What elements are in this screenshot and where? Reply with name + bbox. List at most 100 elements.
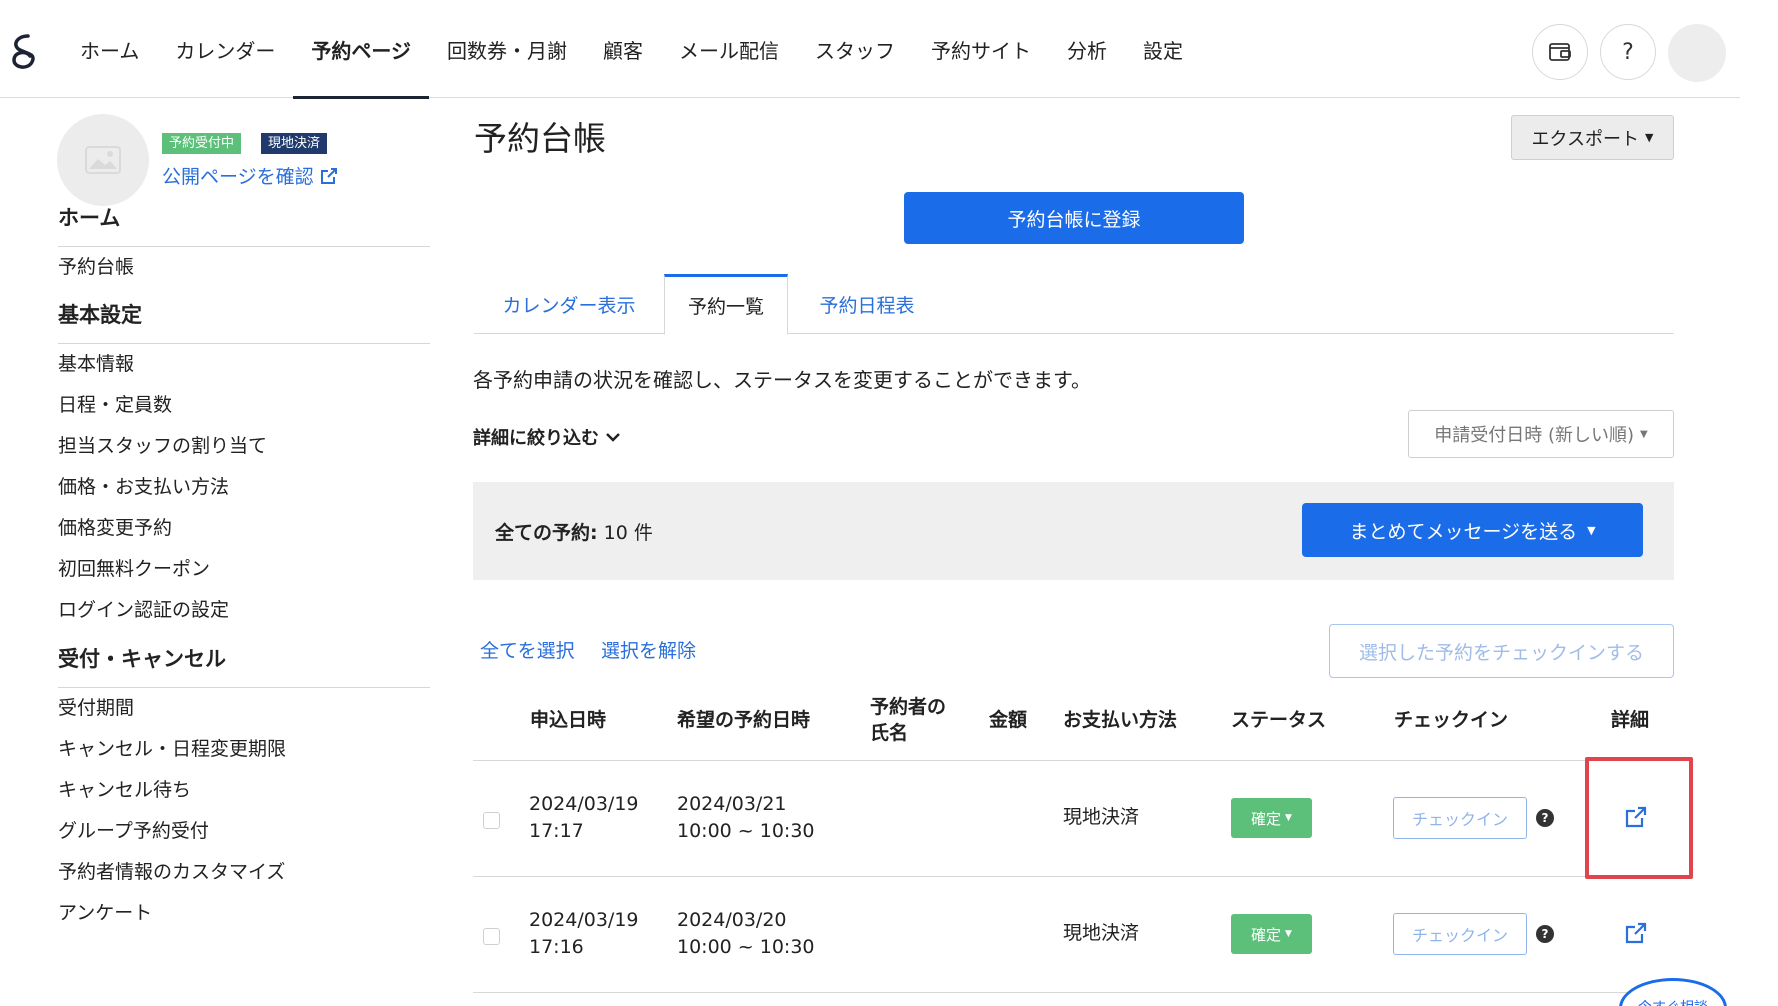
sidebar-item-price-payment[interactable]: 価格・お支払い方法 <box>58 472 229 499</box>
export-button[interactable]: エクスポート ▼ <box>1511 115 1674 160</box>
nav-item-analytics[interactable]: 分析 <box>1049 0 1125 98</box>
filter-toggle-label: 詳細に絞り込む <box>473 428 599 449</box>
col-header-payment: お支払い方法 <box>1063 709 1178 731</box>
deselect-link[interactable]: 選択を解除 <box>601 636 696 663</box>
sort-select-value: 申請受付日時 (新しい順) <box>1434 425 1635 446</box>
summary-bar: 全ての予約: 10 件 まとめてメッセージを送る ▼ <box>473 482 1674 580</box>
desired-datetime: 2024/03/21 10:00 ~ 10:30 <box>677 791 815 845</box>
sidebar-item-survey[interactable]: アンケート <box>58 898 152 925</box>
sidebar-item-free-coupon[interactable]: 初回無料クーポン <box>58 554 210 581</box>
status-dropdown[interactable]: 確定 ▼ <box>1231 798 1312 838</box>
sidebar-item-ledger[interactable]: 予約台帳 <box>58 252 134 279</box>
col-header-checkin: チェックイン <box>1394 709 1509 731</box>
tab-booking-schedule[interactable]: 予約日程表 <box>788 274 946 334</box>
sidebar-section-reception: 受付・キャンセル <box>58 643 430 688</box>
desired-time: 10:00 ~ 10:30 <box>677 936 815 958</box>
nav-item-customers[interactable]: 顧客 <box>585 0 661 98</box>
image-placeholder-icon <box>85 146 121 174</box>
public-page-link[interactable]: 公開ページを確認 <box>162 162 338 189</box>
table-divider <box>473 760 1674 761</box>
sidebar-item-login-auth[interactable]: ログイン認証の設定 <box>58 595 229 622</box>
status-label: 確定 <box>1251 809 1282 828</box>
view-tabs: カレンダー表示 予約一覧 予約日程表 <box>474 274 1674 335</box>
applied-time: 17:16 <box>529 936 584 958</box>
page-title: 予約台帳 <box>474 119 606 158</box>
applied-date: 2024/03/19 <box>529 793 639 815</box>
sidebar-item-cancel-deadline[interactable]: キャンセル・日程変更期限 <box>58 734 286 761</box>
chevron-down-icon <box>606 433 620 442</box>
nav-item-email[interactable]: メール配信 <box>661 0 797 98</box>
page-description: 各予約申請の状況を確認し、ステータスを変更することができます。 <box>473 368 1091 392</box>
col-header-name: 予約者の 氏名 <box>870 694 946 746</box>
question-icon[interactable]: ? <box>1536 809 1554 827</box>
filter-toggle[interactable]: 詳細に絞り込む <box>473 424 621 450</box>
applied-datetime: 2024/03/19 17:17 <box>529 791 639 845</box>
highlight-box <box>1585 757 1693 879</box>
nav-item-home[interactable]: ホーム <box>62 0 157 98</box>
status-dropdown[interactable]: 確定 ▼ <box>1231 914 1312 954</box>
desired-datetime: 2024/03/20 10:00 ~ 10:30 <box>677 907 815 961</box>
checkin-button[interactable]: チェックイン <box>1393 797 1527 839</box>
row-checkbox[interactable] <box>483 928 500 945</box>
col-header-detail: 詳細 <box>1611 709 1650 731</box>
register-booking-button[interactable]: 予約台帳に登録 <box>904 192 1244 244</box>
wallet-icon <box>1549 43 1571 61</box>
table-divider <box>473 876 1674 877</box>
sidebar-item-basic-info[interactable]: 基本情報 <box>58 349 134 376</box>
nav-item-booking-site[interactable]: 予約サイト <box>913 0 1049 98</box>
sidebar-item-price-change[interactable]: 価格変更予約 <box>58 513 172 540</box>
desired-date: 2024/03/20 <box>677 909 787 931</box>
table-divider <box>473 992 1674 993</box>
caret-down-icon: ▼ <box>1587 523 1596 537</box>
question-icon[interactable]: ? <box>1536 925 1554 943</box>
wallet-button[interactable] <box>1532 24 1588 80</box>
checkin-selected-button[interactable]: 選択した予約をチェックインする <box>1329 624 1674 678</box>
page-thumbnail <box>57 114 149 206</box>
col-header-name-line2: 氏名 <box>870 722 909 744</box>
applied-date: 2024/03/19 <box>529 909 639 931</box>
caret-down-icon: ▼ <box>1640 428 1648 440</box>
tab-calendar-view[interactable]: カレンダー表示 <box>474 274 664 334</box>
booking-count: 全ての予約: 10 件 <box>495 518 653 545</box>
sidebar-section-basic: 基本設定 <box>58 299 430 344</box>
sidebar-item-group-booking[interactable]: グループ予約受付 <box>58 816 209 843</box>
caret-down-icon: ▼ <box>1285 929 1292 939</box>
applied-time: 17:17 <box>529 820 584 842</box>
nav-item-settings[interactable]: 設定 <box>1125 0 1201 98</box>
tab-booking-list[interactable]: 予約一覧 <box>664 274 788 335</box>
bulk-message-button[interactable]: まとめてメッセージを送る ▼ <box>1302 503 1643 557</box>
desired-time: 10:00 ~ 10:30 <box>677 820 815 842</box>
checkin-button[interactable]: チェックイン <box>1393 913 1527 955</box>
col-header-name-line1: 予約者の <box>870 696 947 718</box>
select-all-link[interactable]: 全てを選択 <box>480 636 575 663</box>
app-logo-icon[interactable] <box>6 32 42 72</box>
nav-item-calendar[interactable]: カレンダー <box>157 0 293 98</box>
help-icon: ? <box>1622 39 1634 65</box>
payment-badge: 現地決済 <box>261 133 328 154</box>
user-avatar[interactable] <box>1668 24 1726 82</box>
booking-count-value: 10 件 <box>603 522 653 544</box>
help-button[interactable]: ? <box>1600 24 1656 80</box>
applied-datetime: 2024/03/19 17:16 <box>529 907 639 961</box>
sidebar: 予約受付中 現地決済 公開ページを確認 ホーム 予約台帳 基本設定 基本情報 日… <box>0 99 440 1006</box>
sidebar-item-waitlist[interactable]: キャンセル待ち <box>58 775 191 802</box>
external-link-icon[interactable] <box>1624 921 1648 945</box>
sort-select[interactable]: 申請受付日時 (新しい順) ▼ <box>1408 410 1674 458</box>
chat-support-button[interactable]: 今すぐ相談 <box>1619 978 1727 1006</box>
status-badge-accepting: 予約受付中 <box>162 133 242 154</box>
sidebar-item-customize-info[interactable]: 予約者情報のカスタマイズ <box>58 857 285 884</box>
nav-item-booking-page[interactable]: 予約ページ <box>293 0 429 99</box>
status-label: 確定 <box>1251 925 1282 944</box>
col-header-desired: 希望の予約日時 <box>677 709 811 731</box>
col-header-applied: 申込日時 <box>530 709 607 731</box>
caret-down-icon: ▼ <box>1285 813 1292 823</box>
sidebar-item-reception-period[interactable]: 受付期間 <box>58 693 134 720</box>
nav-item-tickets[interactable]: 回数券・月謝 <box>429 0 585 98</box>
nav-item-staff[interactable]: スタッフ <box>797 0 913 98</box>
bulk-message-label: まとめてメッセージを送る <box>1349 520 1578 543</box>
sidebar-item-staff-assignment[interactable]: 担当スタッフの割り当て <box>58 431 267 458</box>
row-checkbox[interactable] <box>483 812 500 829</box>
top-navigation-bar: ホーム カレンダー 予約ページ 回数券・月謝 顧客 メール配信 スタッフ 予約サ… <box>0 0 1740 99</box>
public-page-link-label: 公開ページを確認 <box>162 166 314 188</box>
sidebar-item-schedule-capacity[interactable]: 日程・定員数 <box>58 390 172 417</box>
